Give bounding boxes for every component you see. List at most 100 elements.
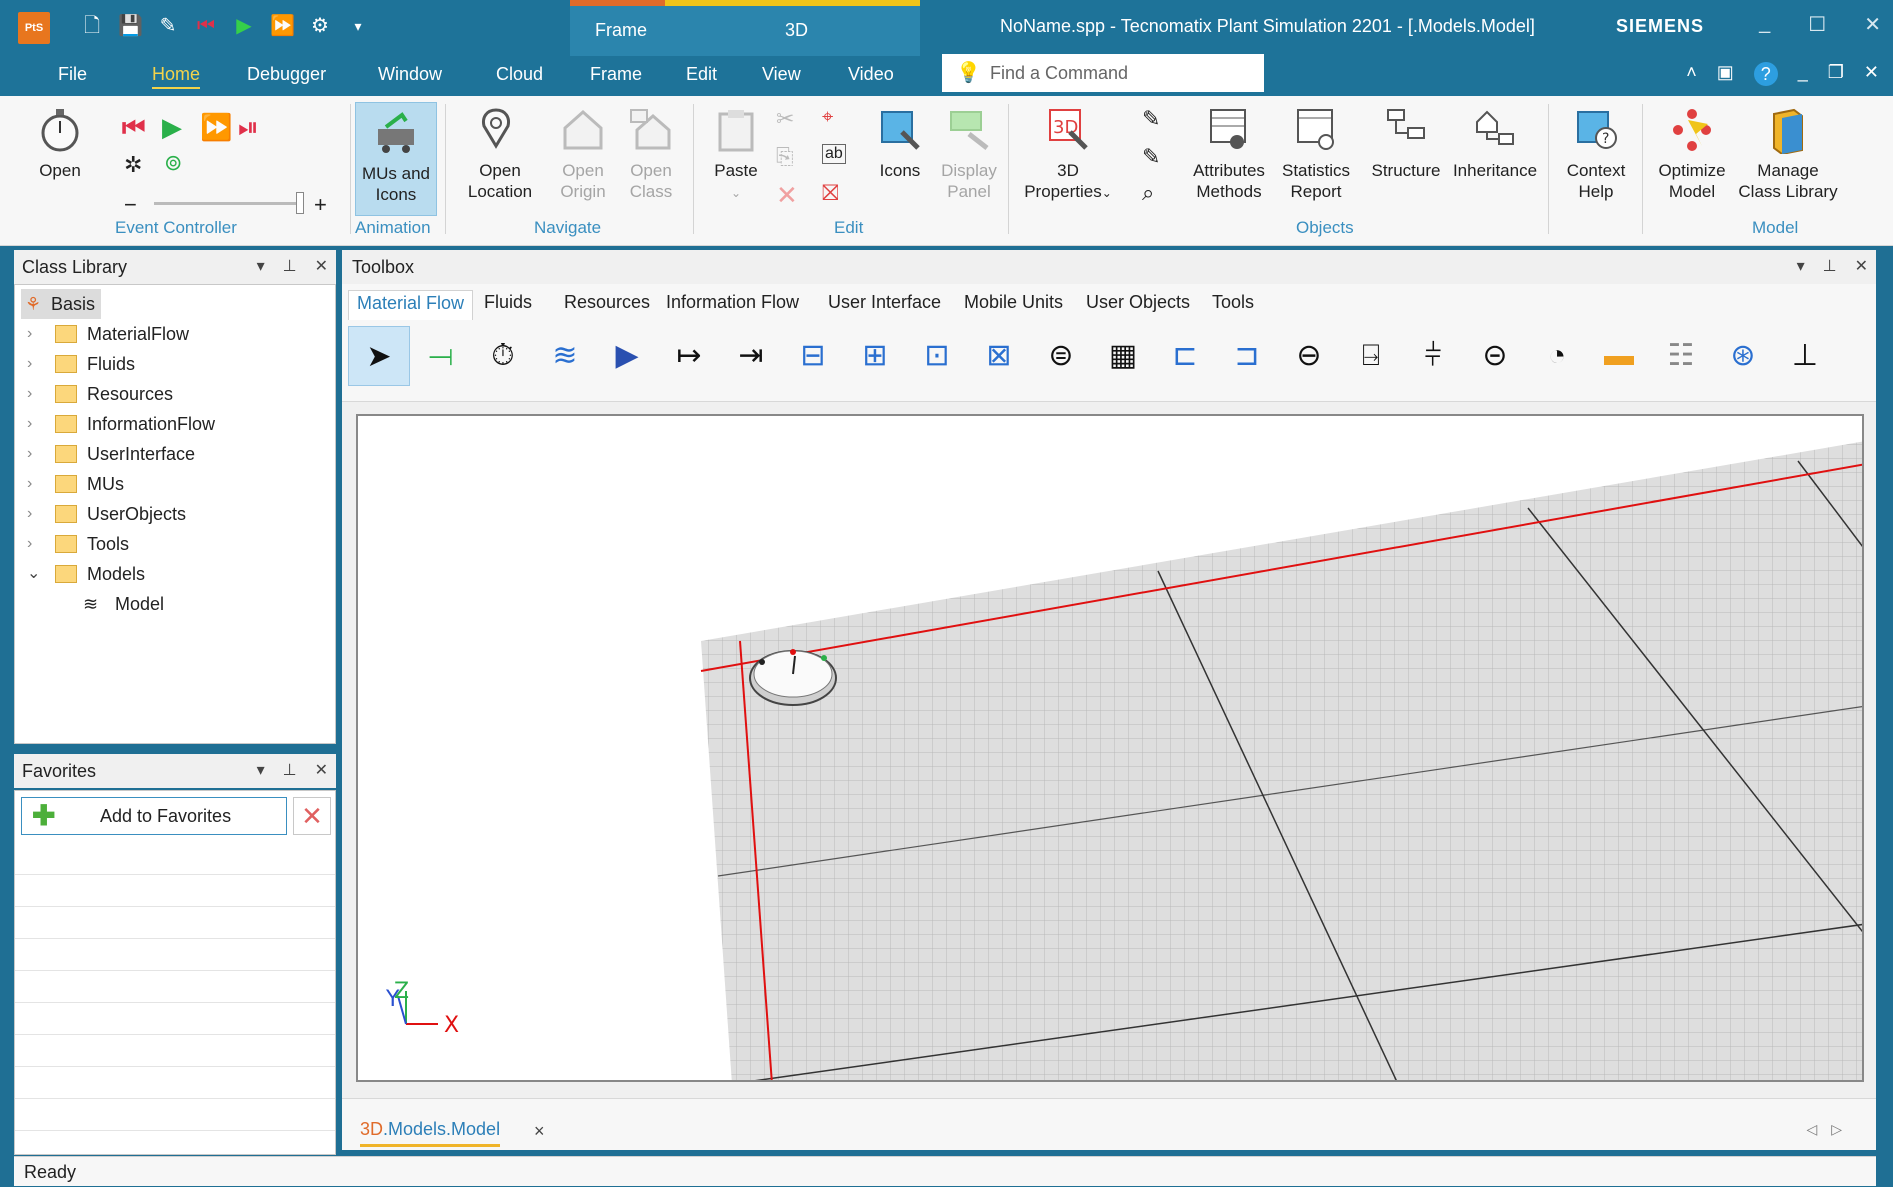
- chevron-down-icon[interactable]: ⌄: [27, 559, 40, 589]
- doc-restore-icon[interactable]: ❐: [1828, 62, 1844, 86]
- tab-material-flow[interactable]: Material Flow: [348, 290, 474, 320]
- save-icon[interactable]: 💾: [118, 12, 143, 40]
- manage-class-library-button[interactable]: Manage Class Library: [1736, 106, 1840, 202]
- tab-mobile-units[interactable]: Mobile Units: [964, 292, 1063, 313]
- inheritance-button[interactable]: Inheritance: [1448, 106, 1542, 181]
- menu-file[interactable]: File: [58, 64, 87, 85]
- delete-icon[interactable]: ✕: [776, 180, 798, 211]
- new-file-icon[interactable]: 🗋: [80, 12, 104, 40]
- pin-icon[interactable]: ⊥: [283, 754, 297, 788]
- event-controller-icon[interactable]: ⚙: [308, 12, 332, 40]
- step-icon[interactable]: ⏯: [238, 112, 259, 144]
- reset-icon[interactable]: ⏮: [122, 112, 145, 144]
- attributes-methods-button[interactable]: Attributes Methods: [1184, 106, 1274, 202]
- buffer-icon[interactable]: ⊏: [1154, 326, 1216, 386]
- chevron-right-icon[interactable]: ›: [27, 409, 32, 439]
- debug-icon[interactable]: ✲: [124, 152, 142, 178]
- menu-video[interactable]: Video: [848, 64, 894, 85]
- edit-icon[interactable]: ✎: [156, 12, 180, 40]
- tree-item-fluids[interactable]: › Fluids: [15, 349, 315, 379]
- turntable-icon[interactable]: ⊝: [1464, 326, 1526, 386]
- speed-minus[interactable]: −: [124, 192, 137, 218]
- tab-close-icon[interactable]: ×: [534, 1121, 545, 1142]
- flow-control-icon[interactable]: ⊛: [1712, 326, 1774, 386]
- sorter-icon[interactable]: ⊐: [1216, 326, 1278, 386]
- structure-button[interactable]: Structure: [1366, 106, 1446, 181]
- chevron-right-icon[interactable]: ›: [27, 349, 32, 379]
- tree-item-informationflow[interactable]: › InformationFlow: [15, 409, 315, 439]
- remove-icon[interactable]: ⛝: [822, 180, 839, 206]
- start-icon[interactable]: ▶: [232, 12, 256, 40]
- source-icon[interactable]: ▶: [596, 326, 658, 386]
- pane-close-icon[interactable]: ✕: [315, 754, 328, 788]
- cycle-icon[interactable]: ☷: [1650, 326, 1712, 386]
- tree-item-resources[interactable]: › Resources: [15, 379, 315, 409]
- pointer-icon[interactable]: ➤: [348, 326, 410, 386]
- statistics-report-button[interactable]: Statistics Report: [1276, 106, 1356, 202]
- menu-debugger[interactable]: Debugger: [247, 64, 326, 85]
- tab-fluids[interactable]: Fluids: [484, 292, 532, 313]
- fast-forward-icon[interactable]: ⏩: [200, 112, 232, 143]
- pane-dropdown-icon[interactable]: ▾: [1797, 250, 1805, 284]
- menu-frame[interactable]: Frame: [590, 64, 642, 85]
- event-list-icon[interactable]: ⊚: [164, 150, 182, 176]
- dismantle-icon[interactable]: ⊠: [968, 326, 1030, 386]
- pane-dropdown-icon[interactable]: ▾: [257, 250, 265, 284]
- pane-dropdown-icon[interactable]: ▾: [257, 754, 265, 788]
- chevron-right-icon[interactable]: ›: [27, 319, 32, 349]
- tree-item-model[interactable]: ≋ Model: [15, 589, 315, 619]
- store-icon[interactable]: ▦: [1092, 326, 1154, 386]
- mus-and-icons-button[interactable]: MUs and Icons: [355, 102, 437, 216]
- menu-edit[interactable]: Edit: [686, 64, 717, 85]
- pane-close-icon[interactable]: ✕: [315, 250, 328, 284]
- remove-favorite-button[interactable]: ✕: [293, 797, 331, 835]
- transfer-station-icon[interactable]: ▬: [1588, 326, 1650, 386]
- speed-plus[interactable]: +: [314, 192, 327, 218]
- menu-window[interactable]: Window: [378, 64, 442, 85]
- menu-view[interactable]: View: [762, 64, 801, 85]
- tree-item-userinterface[interactable]: › UserInterface: [15, 439, 315, 469]
- chevron-right-icon[interactable]: ›: [27, 529, 32, 559]
- reset-icon[interactable]: ⏮: [194, 12, 218, 40]
- tree-item-mus[interactable]: › MUs: [15, 469, 315, 499]
- tree-root-basis[interactable]: ⚘ Basis: [21, 289, 101, 319]
- pin-icon[interactable]: ⊥: [1823, 250, 1837, 284]
- drain-icon[interactable]: ↦: [658, 326, 720, 386]
- tree-item-userobjects[interactable]: › UserObjects: [15, 499, 315, 529]
- customize-qat-icon[interactable]: ▾: [346, 12, 370, 40]
- tab-tools[interactable]: Tools: [1212, 292, 1254, 313]
- tab-information-flow[interactable]: Information Flow: [666, 292, 799, 313]
- pane-close-icon[interactable]: ✕: [1855, 250, 1868, 284]
- parallelproc-icon[interactable]: ⊞: [844, 326, 906, 386]
- method-edit-icon[interactable]: ✎: [1142, 144, 1160, 170]
- find-command-input[interactable]: 💡 Find a Command: [942, 54, 1264, 92]
- context-help-button[interactable]: ? Context Help: [1556, 106, 1636, 202]
- fast-forward-icon[interactable]: ⏩: [270, 12, 295, 40]
- chevron-right-icon[interactable]: ›: [27, 499, 32, 529]
- 3d-scene[interactable]: Y Z X: [358, 416, 1864, 1082]
- attribute-edit-icon[interactable]: ✎: [1142, 106, 1160, 132]
- icons-button[interactable]: Icons: [870, 106, 930, 181]
- open-class-button[interactable]: Open Class: [620, 106, 682, 202]
- tree-item-models[interactable]: ⌄ Models: [15, 559, 315, 589]
- scroll-left-icon[interactable]: ◁: [1806, 1121, 1831, 1137]
- scroll-right-icon[interactable]: ▷: [1831, 1121, 1856, 1137]
- tree-item-materialflow[interactable]: › MaterialFlow: [15, 319, 315, 349]
- chevron-right-icon[interactable]: ›: [27, 439, 32, 469]
- event-controller-icon[interactable]: ⏱: [472, 326, 534, 386]
- line-icon[interactable]: ⊖: [1278, 326, 1340, 386]
- frame-icon[interactable]: ≋: [534, 326, 596, 386]
- display-panel-button[interactable]: Display Panel: [934, 106, 1004, 202]
- connector-icon[interactable]: ⟞: [410, 326, 472, 386]
- doc-minimize-icon[interactable]: _: [1798, 62, 1808, 86]
- paste-button[interactable]: Paste ⌄: [706, 106, 766, 204]
- minimize-button[interactable]: _: [1759, 12, 1770, 37]
- tree-item-tools[interactable]: › Tools: [15, 529, 315, 559]
- pin-icon[interactable]: ⊥: [283, 250, 297, 284]
- doc-close-icon[interactable]: ✕: [1864, 62, 1879, 86]
- copy-icon[interactable]: ⎘: [776, 144, 794, 170]
- 3d-viewport[interactable]: Y Z X: [356, 414, 1864, 1082]
- open-origin-button[interactable]: Open Origin: [550, 106, 616, 202]
- tree-structure-icon[interactable]: ⊥: [1774, 326, 1836, 386]
- shop-icon[interactable]: ⊜: [1030, 326, 1092, 386]
